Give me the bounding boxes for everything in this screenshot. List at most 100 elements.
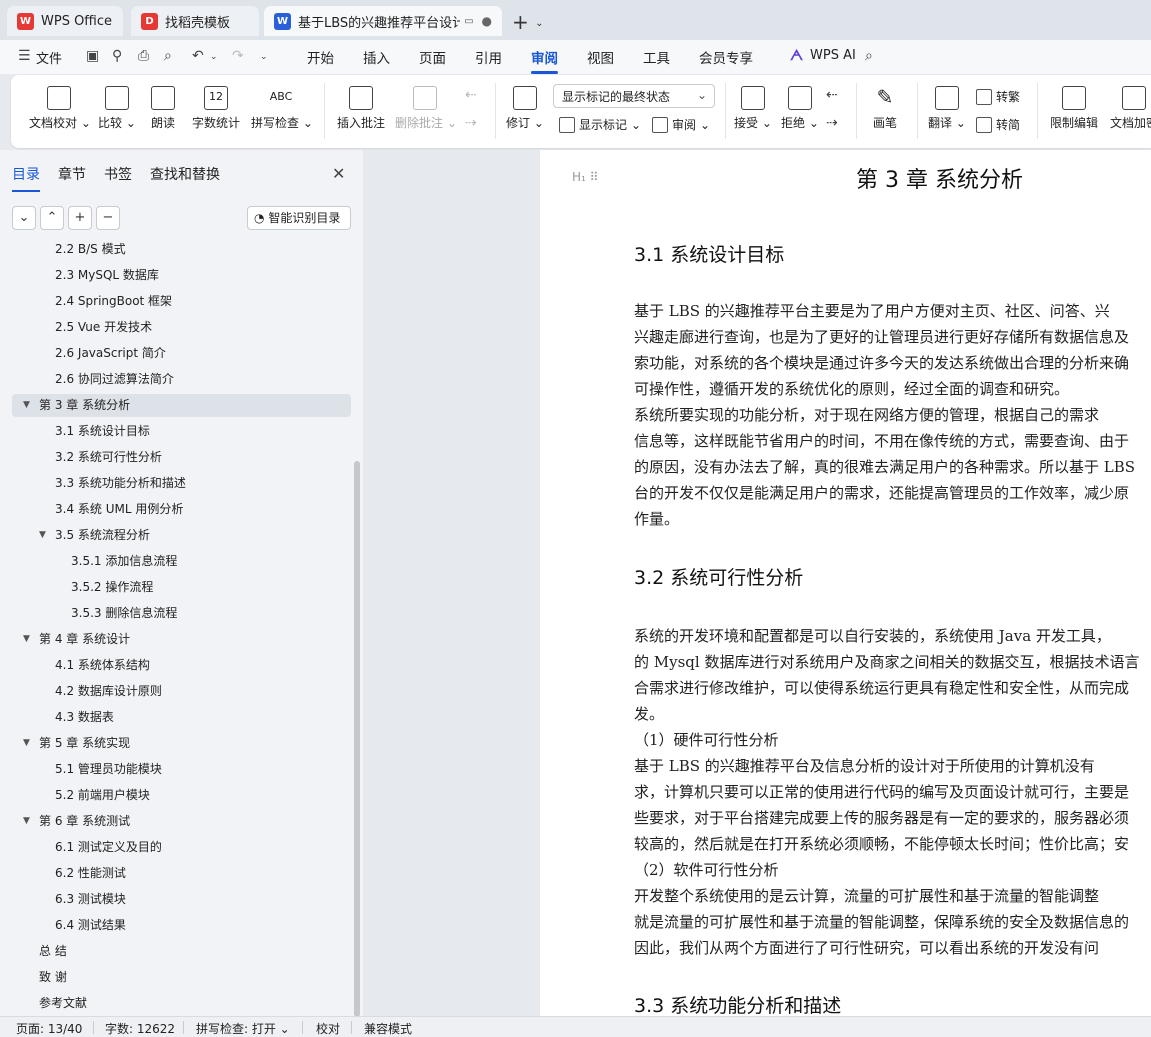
- toc-item[interactable]: ▼ 第 6 章 系统测试: [12, 810, 351, 833]
- toc-item[interactable]: 6.4 测试结果: [12, 914, 351, 937]
- toc-item[interactable]: ▼ 第 3 章 系统分析: [12, 394, 351, 417]
- toc-item[interactable]: 6.2 性能测试: [12, 862, 351, 885]
- toc-item[interactable]: 6.3 测试模块: [12, 888, 351, 911]
- undo-dropdown-icon[interactable]: ⌄: [210, 52, 218, 62]
- pen-button[interactable]: ✎ 画笔: [869, 86, 901, 131]
- quick-access-dropdown-icon[interactable]: ⌄: [260, 52, 268, 62]
- expand-arrow-icon[interactable]: ▼: [23, 810, 30, 833]
- hamburger-icon[interactable]: ☰: [18, 48, 31, 64]
- toc-item[interactable]: 4.2 数据库设计原则: [12, 680, 351, 703]
- tab-find-replace[interactable]: 查找和替换: [150, 164, 220, 184]
- translate-button[interactable]: 翻译 ⌄: [927, 86, 967, 131]
- print-preview-icon[interactable]: ⌕: [164, 48, 172, 64]
- delete-comment-button[interactable]: 删除批注 ⌄: [395, 86, 457, 131]
- menu-review[interactable]: 审阅: [531, 47, 558, 74]
- menu-file[interactable]: 文件: [36, 48, 62, 67]
- menu-page[interactable]: 页面: [419, 47, 446, 67]
- tab-unsaved-dot-icon[interactable]: ●: [482, 14, 492, 28]
- toc-item[interactable]: 3.5.3 删除信息流程: [12, 602, 351, 625]
- doc-encrypt-button[interactable]: 文档加密: [1108, 86, 1151, 131]
- toc-item[interactable]: 2.6 JavaScript 简介: [12, 342, 351, 365]
- revise-button[interactable]: 修订 ⌄: [505, 86, 545, 131]
- toc-item[interactable]: 2.5 Vue 开发技术: [12, 316, 351, 339]
- tab-bookmarks[interactable]: 书签: [104, 164, 132, 184]
- toc-item[interactable]: 3.5.1 添加信息流程: [12, 550, 351, 573]
- expand-arrow-icon[interactable]: ▼: [39, 524, 46, 547]
- tab-docer-templates[interactable]: D 找稻壳模板: [131, 6, 259, 36]
- toc-item[interactable]: 5.1 管理员功能模块: [12, 758, 351, 781]
- menu-wps-ai[interactable]: WPS AI: [810, 48, 856, 63]
- read-aloud-button[interactable]: 朗读: [147, 86, 179, 131]
- toc-item[interactable]: ▼ 3.5 系统流程分析: [12, 524, 351, 547]
- accept-button[interactable]: 接受 ⌄: [733, 86, 773, 131]
- toc-item[interactable]: 3.1 系统设计目标: [12, 420, 351, 443]
- toc-scrollbar[interactable]: [354, 461, 360, 1017]
- chevron-down-icon[interactable]: ⌄: [535, 18, 543, 29]
- tab-sections[interactable]: 章节: [58, 164, 86, 184]
- word-count-indicator[interactable]: 字数: 12622: [105, 1020, 175, 1037]
- redo-icon[interactable]: ↷: [232, 48, 244, 64]
- compare-button[interactable]: 比较 ⌄: [97, 86, 137, 131]
- search-icon[interactable]: ⌕: [865, 48, 873, 64]
- share-icon[interactable]: ⚲: [112, 48, 122, 64]
- next-comment-icon[interactable]: ⇢: [465, 115, 477, 131]
- collapse-level-button[interactable]: ⌄: [12, 206, 36, 230]
- menu-references[interactable]: 引用: [475, 47, 502, 67]
- toc-item[interactable]: 3.4 系统 UML 用例分析: [12, 498, 351, 521]
- prev-change-icon[interactable]: ⇠: [826, 87, 838, 103]
- toc-item[interactable]: ▼ 第 5 章 系统实现: [12, 732, 351, 755]
- toc-item[interactable]: 3.2 系统可行性分析: [12, 446, 351, 469]
- menu-member[interactable]: 会员专享: [699, 47, 753, 67]
- toc-item[interactable]: 3.3 系统功能分析和描述: [12, 472, 351, 495]
- add-toc-item-button[interactable]: +: [68, 206, 92, 230]
- menu-insert[interactable]: 插入: [363, 47, 390, 67]
- toc-item[interactable]: 2.3 MySQL 数据库: [12, 264, 351, 287]
- insert-comment-button[interactable]: 插入批注: [335, 86, 387, 131]
- expand-arrow-icon[interactable]: ▼: [23, 732, 30, 755]
- show-marks-button[interactable]: 显示标记 ⌄: [559, 116, 641, 133]
- prev-comment-icon[interactable]: ⇠: [465, 87, 477, 103]
- tab-toc[interactable]: 目录: [12, 164, 40, 192]
- to-traditional-button[interactable]: 转繁: [976, 88, 1020, 105]
- expand-arrow-icon[interactable]: ▼: [23, 394, 30, 417]
- next-change-icon[interactable]: ⇢: [826, 115, 838, 131]
- undo-icon[interactable]: ↶: [192, 48, 204, 64]
- toc-item[interactable]: 2.4 SpringBoot 框架: [12, 290, 351, 313]
- toc-item[interactable]: 5.2 前端用户模块: [12, 784, 351, 807]
- toc-item[interactable]: 4.1 系统体系结构: [12, 654, 351, 677]
- new-tab-button[interactable]: + ⌄: [512, 10, 544, 34]
- toc-item[interactable]: 致 谢: [12, 966, 351, 989]
- remove-toc-item-button[interactable]: −: [96, 206, 120, 230]
- wps-ai-icon[interactable]: ᗅ: [790, 48, 803, 64]
- toc-item[interactable]: 2.2 B/S 模式: [12, 238, 351, 261]
- toc-item[interactable]: ▼ 第 4 章 系统设计: [12, 628, 351, 651]
- expand-level-button[interactable]: ⌃: [40, 206, 64, 230]
- review-pane-button[interactable]: 审阅 ⌄: [652, 116, 710, 133]
- spell-check-button[interactable]: ABC 拼写检查 ⌄: [251, 86, 313, 131]
- toc-item[interactable]: 总 结: [12, 940, 351, 963]
- doc-proof-button[interactable]: 文档校对 ⌄: [29, 86, 91, 131]
- menu-view[interactable]: 视图: [587, 47, 614, 67]
- tab-wps-office[interactable]: W WPS Office: [7, 6, 123, 36]
- page-indicator[interactable]: 页面: 13/40: [16, 1020, 82, 1037]
- menu-start[interactable]: 开始: [307, 47, 334, 67]
- smart-toc-button[interactable]: ◔ 智能识别目录: [247, 206, 351, 230]
- toc-item[interactable]: 4.3 数据表: [12, 706, 351, 729]
- toc-item[interactable]: 参考文献: [12, 992, 351, 1015]
- proof-indicator[interactable]: 校对: [316, 1020, 340, 1037]
- toc-item[interactable]: 6.1 测试定义及目的: [12, 836, 351, 859]
- markup-display-select[interactable]: 显示标记的最终状态 ⌄: [553, 84, 715, 108]
- save-icon[interactable]: ▣: [86, 48, 99, 64]
- restrict-edit-button[interactable]: 限制编辑: [1048, 86, 1100, 131]
- to-simplified-button[interactable]: 转简: [976, 116, 1020, 133]
- close-panel-icon[interactable]: ✕: [332, 164, 345, 183]
- expand-arrow-icon[interactable]: ▼: [23, 628, 30, 651]
- reject-button[interactable]: 拒绝 ⌄: [780, 86, 820, 131]
- toc-item[interactable]: 3.5.2 操作流程: [12, 576, 351, 599]
- spell-check-indicator[interactable]: 拼写检查: 打开 ⌄: [196, 1020, 290, 1037]
- word-count-button[interactable]: 12 字数统计: [189, 86, 243, 131]
- toc-item[interactable]: 2.6 协同过滤算法简介: [12, 368, 351, 391]
- print-icon[interactable]: ⎙: [138, 48, 149, 64]
- tab-current-document[interactable]: W 基于LBS的兴趣推荐平台设计与 ▭ ●: [264, 6, 502, 36]
- menu-tools[interactable]: 工具: [643, 47, 670, 67]
